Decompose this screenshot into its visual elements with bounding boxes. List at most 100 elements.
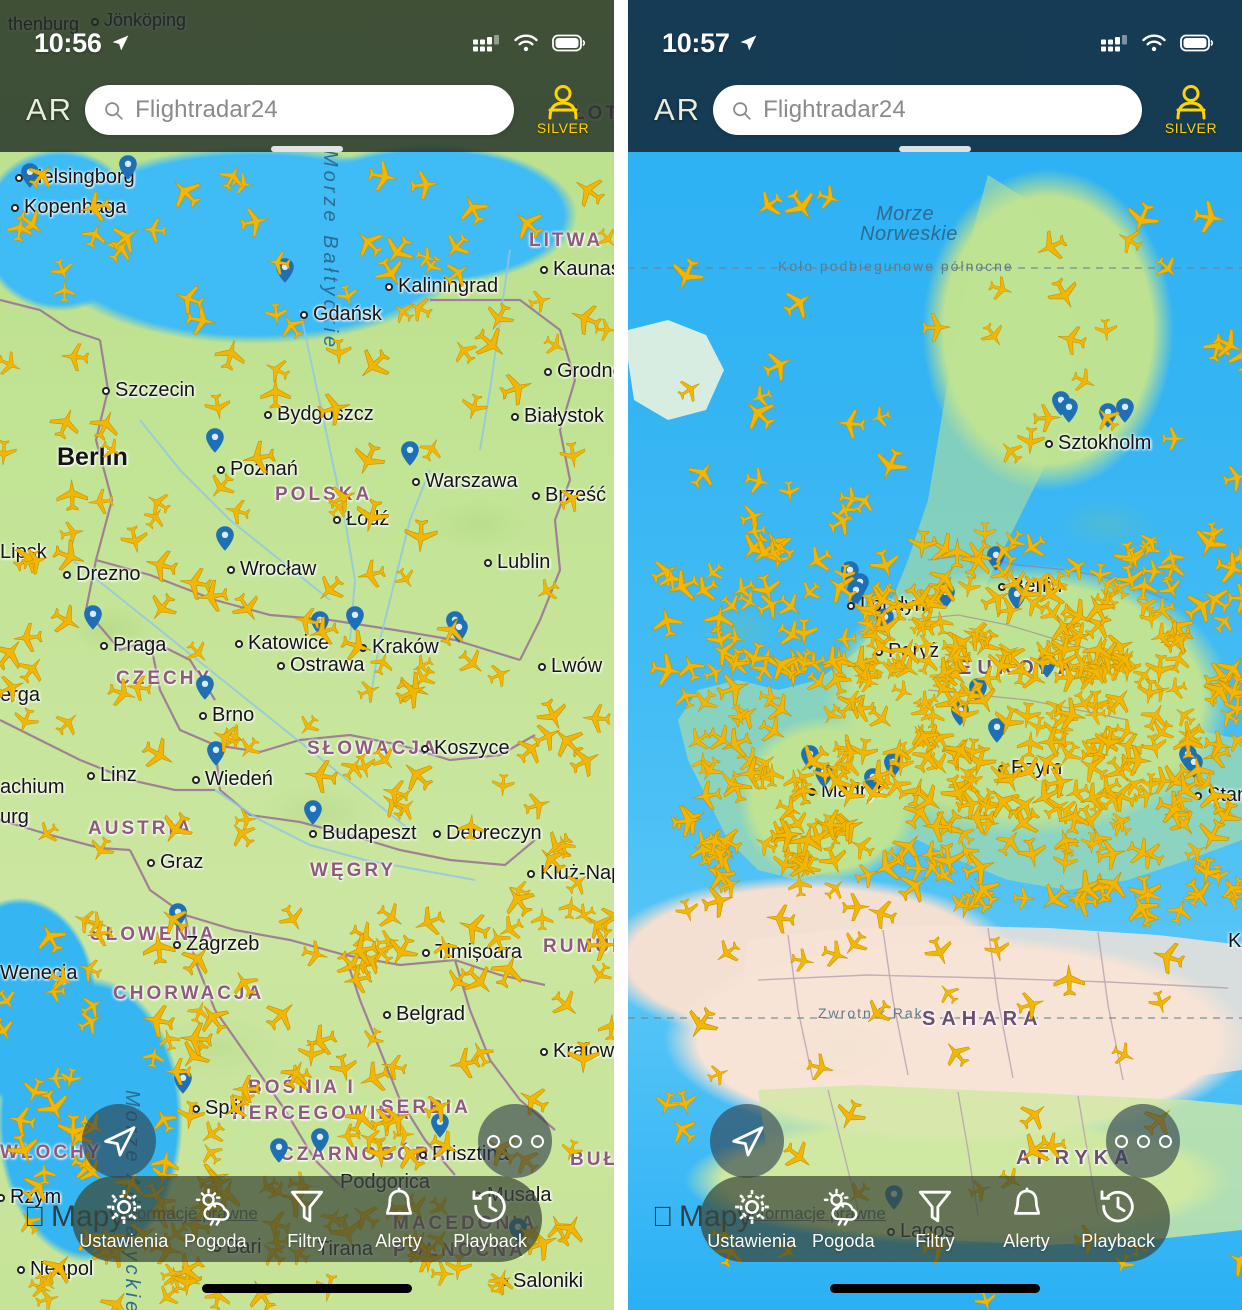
aircraft-icon[interactable] [86, 920, 114, 953]
aircraft-icon[interactable] [880, 657, 905, 686]
aircraft-icon[interactable] [806, 1053, 835, 1087]
aircraft-icon[interactable] [769, 817, 805, 858]
aircraft-icon[interactable] [985, 648, 1018, 686]
aircraft-icon[interactable] [487, 662, 512, 692]
aircraft-icon[interactable] [394, 1138, 428, 1177]
aircraft-icon[interactable] [1056, 741, 1082, 772]
aircraft-icon[interactable] [585, 928, 614, 967]
aircraft-icon[interactable] [684, 1006, 719, 1046]
aircraft-icon[interactable] [550, 989, 581, 1025]
aircraft-icon[interactable] [460, 393, 488, 426]
aircraft-icon[interactable] [1039, 1132, 1067, 1165]
aircraft-icon[interactable] [107, 678, 138, 714]
aircraft-icon[interactable] [317, 391, 352, 431]
aircraft-icon[interactable] [677, 377, 702, 407]
aircraft-icon[interactable] [27, 161, 56, 195]
aircraft-icon[interactable] [869, 405, 892, 434]
toolbar-item-ustawienia[interactable]: Ustawienia [79, 1187, 169, 1252]
aircraft-icon[interactable] [448, 1047, 481, 1085]
aircraft-icon[interactable] [907, 529, 938, 565]
aircraft-icon[interactable] [141, 737, 176, 777]
aircraft-icon[interactable] [716, 671, 751, 711]
aircraft-icon[interactable] [1047, 277, 1081, 316]
aircraft-icon[interactable] [178, 566, 213, 606]
aircraft-icon[interactable] [929, 673, 957, 706]
bottom-toolbar-right[interactable]: Ustawienia Pogoda Filtry Alerty Playback [700, 1176, 1170, 1262]
aircraft-icon[interactable] [391, 300, 415, 329]
aircraft-icon[interactable] [1192, 200, 1227, 240]
aircraft-icon[interactable] [559, 441, 587, 474]
aircraft-icon[interactable] [1212, 328, 1242, 366]
aircraft-icon[interactable] [77, 1009, 103, 1040]
aircraft-icon[interactable] [342, 964, 373, 1000]
aircraft-icon[interactable] [697, 755, 724, 788]
search-input[interactable]: Flightradar24 [85, 85, 514, 135]
aircraft-icon[interactable] [821, 939, 850, 974]
aircraft-icon[interactable] [315, 574, 346, 610]
aircraft-icon[interactable] [356, 679, 381, 708]
aircraft-icon[interactable] [528, 289, 552, 318]
aircraft-icon[interactable] [1161, 426, 1186, 456]
aircraft-icon[interactable] [48, 965, 75, 998]
aircraft-icon[interactable] [142, 1045, 166, 1074]
aircraft-icon[interactable] [1203, 730, 1233, 765]
aircraft-icon[interactable] [159, 905, 189, 940]
aircraft-icon[interactable] [335, 284, 359, 312]
toolbar-item-playback[interactable]: Playback [1073, 1187, 1163, 1252]
aircraft-icon[interactable] [980, 322, 1006, 353]
aircraft-icon[interactable] [159, 811, 194, 851]
aircraft-icon[interactable] [687, 459, 717, 494]
aircraft-icon[interactable] [52, 539, 87, 579]
aircraft-icon[interactable] [744, 467, 772, 500]
aircraft-icon[interactable] [669, 257, 705, 297]
aircraft-icon[interactable] [820, 703, 843, 731]
aircraft-icon[interactable] [488, 1268, 515, 1300]
search-input[interactable]: Flightradar24 [713, 85, 1142, 135]
aircraft-icon[interactable] [815, 808, 848, 846]
aircraft-icon[interactable] [473, 326, 509, 367]
aircraft-icon[interactable] [741, 396, 777, 437]
aircraft-icon[interactable] [356, 347, 392, 388]
aircraft-icon[interactable] [409, 169, 441, 206]
city-label[interactable]: Linz [100, 764, 137, 787]
aircraft-icon[interactable] [782, 287, 815, 325]
city-label[interactable]: Graz [160, 851, 203, 874]
airport-pin[interactable] [194, 674, 216, 709]
aircraft-icon[interactable] [36, 1089, 72, 1130]
aircraft-icon[interactable] [297, 714, 320, 742]
aircraft-icon[interactable] [168, 175, 203, 215]
aircraft-icon[interactable] [432, 934, 458, 965]
aircraft-icon[interactable] [937, 982, 960, 1010]
aircraft-icon[interactable] [1148, 990, 1173, 1020]
aircraft-icon[interactable] [553, 1213, 587, 1252]
city-label[interactable]: Grodno [557, 360, 614, 383]
aircraft-icon[interactable] [423, 1092, 454, 1128]
toolbar-item-pogoda[interactable]: Pogoda [798, 1187, 888, 1252]
aircraft-icon[interactable] [21, 547, 49, 580]
aircraft-icon[interactable] [967, 620, 990, 648]
city-label[interactable]: Lublin [497, 551, 550, 574]
aircraft-icon[interactable] [976, 794, 999, 822]
city-label[interactable]: Belgrad [396, 1003, 465, 1026]
aircraft-icon[interactable] [841, 892, 871, 927]
aircraft-icon[interactable] [530, 907, 554, 936]
aircraft-icon[interactable] [358, 1061, 392, 1099]
aircraft-icon[interactable] [856, 670, 880, 699]
aircraft-icon[interactable] [370, 651, 395, 681]
aircraft-icon[interactable] [572, 174, 606, 213]
sheet-grabber-right[interactable] [899, 146, 971, 152]
aircraft-icon[interactable] [758, 685, 782, 714]
aircraft-icon[interactable] [6, 215, 34, 248]
aircraft-icon[interactable] [1053, 697, 1088, 737]
aircraft-icon[interactable] [835, 408, 866, 444]
aircraft-icon[interactable] [765, 903, 796, 939]
aircraft-icon[interactable] [491, 773, 515, 802]
aircraft-icon[interactable] [429, 1130, 461, 1167]
aircraft-icon[interactable] [1159, 545, 1185, 576]
aircraft-icon[interactable] [231, 1074, 261, 1109]
aircraft-icon[interactable] [511, 207, 545, 246]
aircraft-icon[interactable] [924, 936, 955, 972]
aircraft-icon[interactable] [415, 246, 438, 274]
aircraft-icon[interactable] [911, 783, 944, 821]
aircraft-icon[interactable] [716, 872, 742, 902]
